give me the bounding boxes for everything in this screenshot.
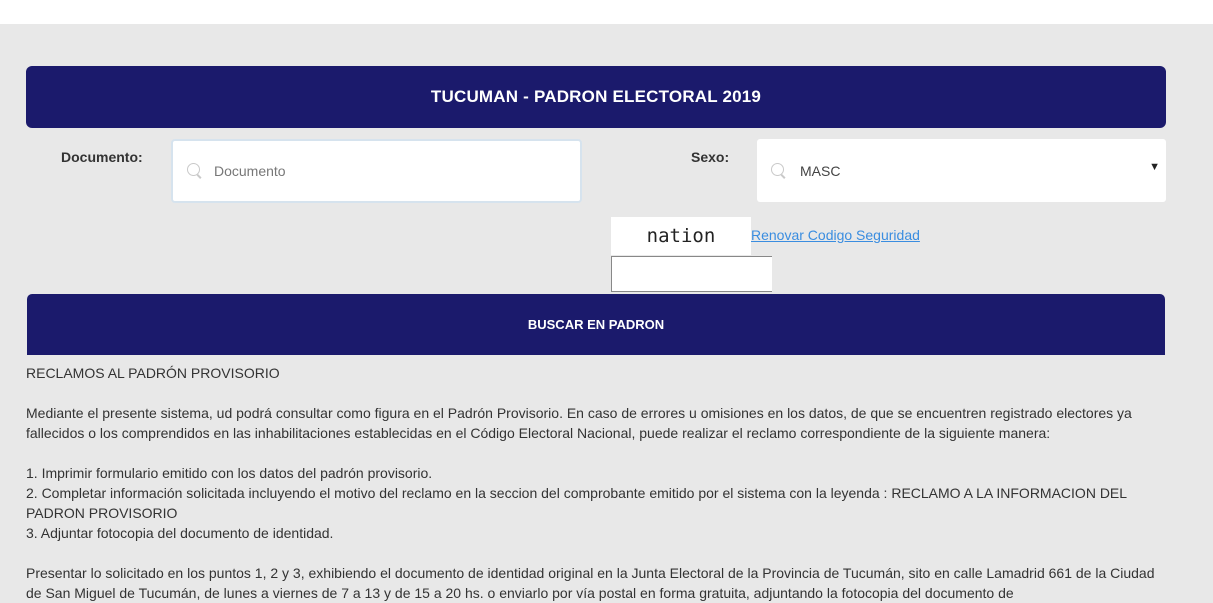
search-icon	[771, 162, 787, 179]
captcha-image: nation	[611, 217, 751, 255]
renovar-codigo-link[interactable]: Renovar Codigo Seguridad	[751, 227, 920, 243]
documento-label: Documento:	[61, 149, 143, 165]
sexo-label: Sexo:	[691, 149, 730, 165]
page-title-bar: TUCUMAN - PADRON ELECTORAL 2019	[26, 66, 1166, 128]
documento-input[interactable]: Documento	[171, 139, 582, 203]
instructions-step-2: 2. Completar información solicitada incl…	[26, 485, 1127, 521]
instructions-step-3: 3. Adjuntar fotocopia del documento de i…	[26, 525, 334, 541]
sexo-selected-value: MASC	[800, 162, 841, 179]
buscar-button-label: BUSCAR EN PADRON	[527, 317, 665, 332]
instructions-intro: Mediante el presente sistema, ud podrá c…	[26, 405, 1132, 441]
page-title: TUCUMAN - PADRON ELECTORAL 2019	[430, 87, 762, 106]
search-icon	[187, 163, 203, 179]
browser-top-strip	[0, 0, 1213, 24]
documento-placeholder: Documento	[214, 163, 286, 179]
instructions-step-1: 1. Imprimir formulario emitido con los d…	[26, 465, 433, 481]
instructions-section: RECLAMOS AL PADRÓN PROVISORIO Mediante e…	[26, 363, 1170, 603]
captcha-text: nation	[646, 225, 716, 247]
instructions-heading: RECLAMOS AL PADRÓN PROVISORIO	[26, 365, 280, 381]
sexo-select[interactable]: MASC ▼	[757, 139, 1166, 202]
instructions-closing: Presentar lo solicitado en los puntos 1,…	[26, 565, 1155, 601]
captcha-input[interactable]	[611, 256, 772, 292]
buscar-en-padron-button[interactable]: BUSCAR EN PADRON	[27, 294, 1165, 355]
chevron-down-icon: ▼	[1149, 161, 1160, 173]
